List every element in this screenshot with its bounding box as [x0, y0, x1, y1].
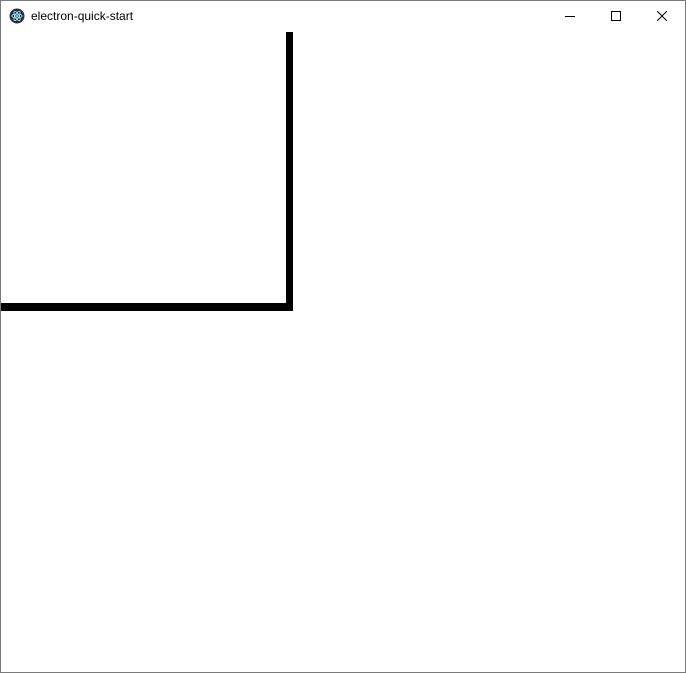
maximize-icon: [611, 11, 621, 21]
maximize-button[interactable]: [593, 1, 639, 31]
frame-line-horizontal: [1, 303, 293, 311]
electron-atom-icon: [9, 8, 25, 24]
close-button[interactable]: [639, 1, 685, 31]
app-content[interactable]: [1, 31, 685, 672]
minimize-button[interactable]: [547, 1, 593, 31]
title-bar[interactable]: electron-quick-start: [1, 1, 685, 31]
app-window: electron-quick-start: [0, 0, 686, 673]
close-icon: [657, 11, 667, 21]
window-title: electron-quick-start: [31, 9, 134, 23]
minimize-icon: [565, 11, 575, 21]
frame-line-vertical: [286, 32, 293, 311]
